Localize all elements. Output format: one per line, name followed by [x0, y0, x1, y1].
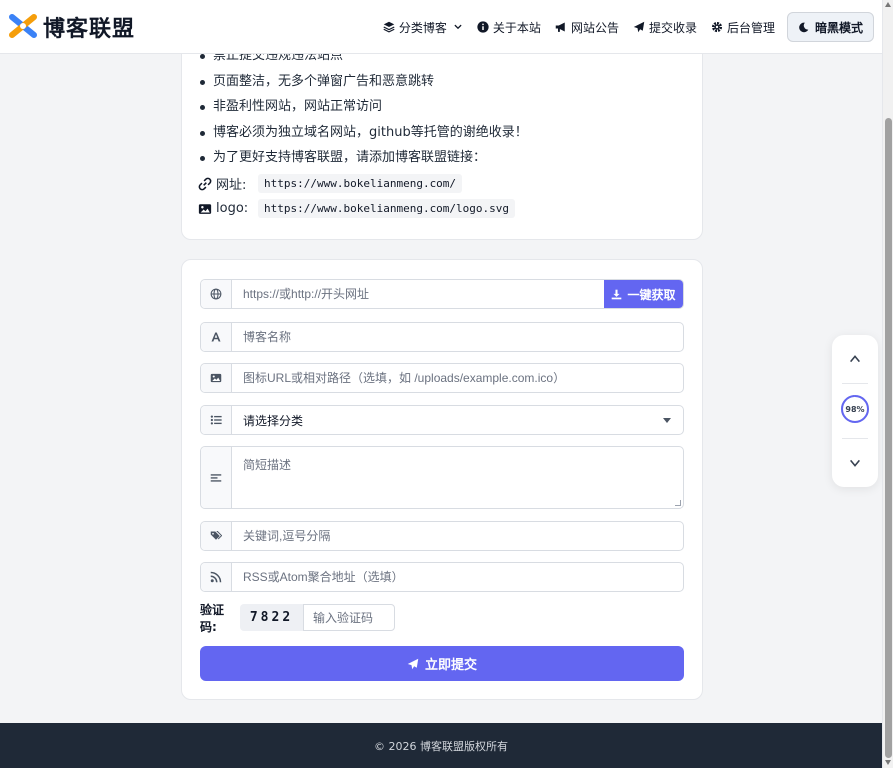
submit-form-card: 一键获取 请选择分类 验证码: 7822 立即提交 — [181, 259, 703, 700]
scrollbar-thumb[interactable] — [885, 118, 892, 758]
info-icon — [477, 21, 489, 33]
gear-icon — [711, 21, 723, 33]
logo-label: logo: — [216, 201, 249, 216]
main-nav: 分类博客 关于本站 网站公告 提交收录 后台管理 暗黑模式 — [383, 12, 874, 42]
scroll-bottom-button[interactable] — [832, 443, 878, 483]
url-input[interactable] — [232, 280, 604, 308]
rss-icon — [201, 563, 232, 591]
list-item: 非盈利性网站，网站正常访问 — [198, 94, 528, 120]
nav-label: 网站公告 — [570, 20, 619, 35]
keywords-input[interactable] — [232, 522, 683, 550]
nav-item-announcements[interactable]: 网站公告 — [555, 12, 619, 42]
logo-url-row: logo: https://www.bokelianmeng.com/logo.… — [198, 199, 516, 218]
chevron-down-icon — [454, 24, 462, 30]
font-icon — [201, 323, 232, 351]
captcha-label: 验证码: — [200, 602, 225, 634]
list-item: 博客必须为独立域名网站，github等托管的谢绝收录！ — [198, 120, 528, 146]
chevron-down-icon — [663, 417, 671, 423]
layers-icon — [383, 21, 395, 33]
rules-list: 禁止提交违规违法站点 页面整洁，无多个弹窗广告和恶意跳转 非盈利性网站，网站正常… — [198, 43, 528, 171]
top-navbar: 博客联盟 分类博客 关于本站 网站公告 提交收录 后台管理 暗黑模式 — [0, 0, 882, 54]
divider — [842, 438, 868, 439]
nav-label: 关于本站 — [492, 20, 541, 35]
copyright-text: © 2026 博客联盟版权所有 — [374, 739, 508, 753]
scroll-top-button[interactable] — [832, 339, 878, 379]
rss-input[interactable] — [232, 563, 683, 591]
dark-mode-label: 暗黑模式 — [814, 20, 863, 35]
megaphone-icon — [555, 22, 565, 32]
site-brand[interactable]: 博客联盟 — [43, 11, 135, 43]
nav-label: 分类博客 — [398, 20, 447, 35]
list-item: 页面整洁，无多个弹窗广告和恶意跳转 — [198, 69, 528, 95]
scroll-widget: 98% — [832, 335, 878, 487]
submit-label: 立即提交 — [424, 657, 477, 672]
description-field — [200, 446, 684, 509]
rss-field — [200, 562, 684, 592]
nav-item-submit[interactable]: 提交收录 — [633, 12, 697, 42]
submission-rules-card: 禁止提交违规违法站点 页面整洁，无多个弹窗广告和恶意跳转 非盈利性网站，网站正常… — [181, 30, 703, 240]
category-select[interactable]: 请选择分类 — [200, 405, 684, 435]
align-left-icon — [201, 447, 232, 508]
captcha-code[interactable]: 7822 — [240, 604, 303, 631]
scroll-down-arrow-icon[interactable] — [885, 760, 891, 765]
fetch-button[interactable]: 一键获取 — [604, 280, 683, 308]
list-item: 为了更好支持博客联盟，请添加博客联盟链接： — [198, 145, 528, 171]
icon-url-input[interactable] — [232, 364, 683, 392]
nav-label: 提交收录 — [648, 20, 697, 35]
url-code: https://www.bokelianmeng.com/ — [258, 174, 463, 193]
divider — [842, 383, 868, 384]
icon-url-field — [200, 363, 684, 393]
dark-mode-button[interactable]: 暗黑模式 — [786, 12, 874, 42]
fetch-label: 一键获取 — [627, 287, 676, 302]
download-icon — [612, 289, 622, 299]
keywords-field — [200, 521, 684, 551]
image-icon — [201, 364, 232, 392]
logo-code: https://www.bokelianmeng.com/logo.svg — [258, 199, 516, 218]
nav-item-admin[interactable]: 后台管理 — [711, 12, 775, 42]
logo-icon[interactable] — [8, 11, 38, 41]
description-textarea[interactable] — [232, 447, 683, 508]
category-selected: 请选择分类 — [243, 413, 304, 428]
chevron-down-icon — [850, 459, 860, 467]
list-icon — [201, 406, 232, 434]
blog-name-input[interactable] — [232, 323, 683, 351]
image-icon — [198, 203, 212, 214]
moon-icon — [799, 22, 809, 32]
url-label: 网址: — [216, 178, 247, 193]
footer: © 2026 博客联盟版权所有 — [0, 723, 882, 768]
nav-item-about[interactable]: 关于本站 — [477, 12, 541, 42]
nav-label: 后台管理 — [726, 20, 775, 35]
blog-name-field — [200, 322, 684, 352]
url-field: 一键获取 — [200, 279, 684, 309]
submit-button[interactable]: 立即提交 — [200, 646, 684, 681]
globe-icon — [201, 280, 232, 308]
link-icon — [198, 177, 212, 190]
site-url-row: 网址: https://www.bokelianmeng.com/ — [198, 174, 463, 193]
captcha-input[interactable] — [303, 604, 395, 631]
nav-item-categories[interactable]: 分类博客 — [383, 12, 463, 42]
scroll-progress-text: 98% — [845, 404, 865, 414]
send-icon — [633, 21, 645, 33]
tags-icon — [201, 522, 232, 550]
page-scrollbar[interactable] — [882, 0, 893, 768]
chevron-up-icon — [850, 355, 860, 363]
send-icon — [407, 658, 419, 669]
captcha-row: 验证码: 7822 — [200, 603, 395, 634]
scroll-up-arrow-icon[interactable] — [885, 2, 891, 7]
resize-handle-icon[interactable] — [675, 500, 681, 506]
